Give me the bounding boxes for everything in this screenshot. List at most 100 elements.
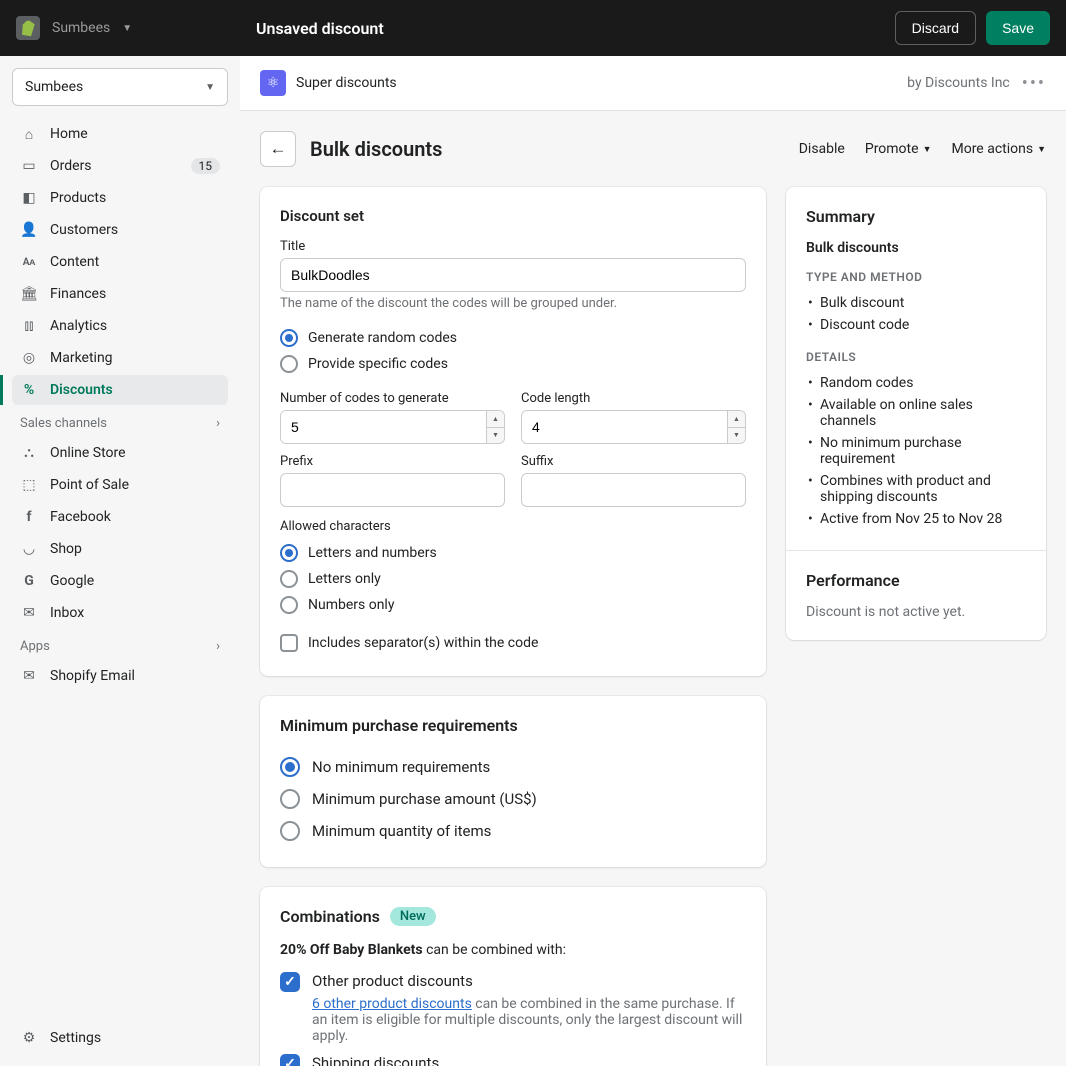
finances-icon: 🏛 [20, 285, 38, 303]
list-item: Combines with product and shipping disco… [820, 470, 1026, 508]
apps-section: Apps › [12, 629, 228, 660]
app-name: Super discounts [296, 75, 397, 91]
channel-google[interactable]: G Google [12, 566, 228, 596]
chevron-right-icon[interactable]: › [216, 639, 220, 654]
product-discounts-link[interactable]: 6 other product discounts [312, 996, 472, 1012]
nav-label: Orders [50, 158, 92, 174]
list-item: Active from Nov 25 to Nov 28 [820, 508, 1026, 530]
check-shipping-discounts[interactable]: ✓ Shipping discounts [280, 1054, 746, 1066]
radio-icon [280, 596, 298, 614]
orders-icon: ▭ [20, 157, 38, 175]
app-vendor: by Discounts Inc [907, 75, 1010, 91]
intro-text: can be combined with: [423, 942, 566, 958]
channel-pos[interactable]: ⬚Point of Sale [12, 470, 228, 500]
nav-label: Products [50, 190, 106, 206]
prefix-input[interactable] [280, 473, 505, 507]
radio-letters-only[interactable]: Letters only [280, 566, 746, 592]
radio-numbers-only[interactable]: Numbers only [280, 592, 746, 618]
channel-shop[interactable]: ◡Shop [12, 534, 228, 564]
nav-label: Home [50, 126, 88, 142]
nav-label: Shopify Email [50, 668, 135, 684]
product-discounts-desc: 6 other product discounts can be combine… [312, 996, 746, 1044]
save-button[interactable]: Save [986, 11, 1050, 45]
section-label: Apps [20, 639, 50, 654]
page-title: Bulk discounts [310, 137, 785, 161]
radio-generate-codes[interactable]: Generate random codes [280, 325, 746, 351]
channel-online-store[interactable]: ⛬Online Store [12, 438, 228, 468]
nav-customers[interactable]: 👤Customers [12, 215, 228, 245]
radio-label: Numbers only [308, 597, 394, 613]
spinner-down-icon[interactable]: ▼ [728, 428, 745, 444]
app-icon: ⚛ [260, 70, 286, 96]
content-icon: Aᴀ [20, 253, 38, 271]
nav-finances[interactable]: 🏛 Finances [12, 279, 228, 309]
radio-no-min[interactable]: No minimum requirements [280, 751, 746, 783]
nav-discounts[interactable]: %Discounts [12, 375, 228, 405]
nav-products[interactable]: ◧ Products [12, 183, 228, 213]
analytics-icon: ⫾⫾ [20, 317, 38, 335]
radio-min-amount[interactable]: Minimum purchase amount (US$) [280, 783, 746, 815]
check-separator[interactable]: Includes separator(s) within the code [280, 630, 746, 656]
radio-icon [280, 355, 298, 373]
nav-home[interactable]: ⌂Home [12, 119, 228, 149]
products-icon: ◧ [20, 189, 38, 207]
inbox-icon: ✉ [20, 604, 38, 622]
pos-icon: ⬚ [20, 476, 38, 494]
nav-label: Finances [50, 286, 106, 302]
store-selector[interactable]: Sumbees ▼ [12, 68, 228, 106]
nav-settings[interactable]: ⚙Settings [12, 1023, 228, 1053]
google-icon: G [20, 572, 38, 590]
spinner-up-icon[interactable]: ▲ [487, 411, 504, 428]
performance-text: Discount is not active yet. [806, 604, 1026, 620]
nav-label: Google [50, 573, 94, 589]
more-actions[interactable]: More actions ▼ [951, 141, 1046, 157]
radio-label: Provide specific codes [308, 356, 448, 372]
orders-badge: 15 [191, 158, 221, 174]
shop-name[interactable]: Sumbees [52, 20, 110, 36]
spinner-down-icon[interactable]: ▼ [487, 428, 504, 444]
radio-label: Generate random codes [308, 330, 457, 346]
facebook-icon: f [20, 508, 38, 526]
new-badge: New [390, 907, 436, 926]
spinner-up-icon[interactable]: ▲ [728, 411, 745, 428]
shopify-logo-icon [16, 16, 40, 40]
nav-label: Settings [50, 1030, 101, 1046]
nav-content[interactable]: AᴀContent [12, 247, 228, 277]
nav-analytics[interactable]: ⫾⫾Analytics [12, 311, 228, 341]
more-menu-icon[interactable]: ••• [1022, 73, 1046, 94]
checkbox-label: Includes separator(s) within the code [308, 635, 538, 651]
suffix-input[interactable] [521, 473, 746, 507]
title-input[interactable] [280, 258, 746, 292]
chevron-right-icon[interactable]: › [216, 416, 220, 431]
nav-orders[interactable]: ▭ Orders 15 [12, 151, 228, 181]
radio-specific-codes[interactable]: Provide specific codes [280, 351, 746, 377]
list-item: Available on online sales channels [820, 394, 1026, 432]
num-codes-input[interactable]: ▲▼ [280, 410, 505, 444]
radio-min-qty[interactable]: Minimum quantity of items [280, 815, 746, 847]
disable-action[interactable]: Disable [799, 141, 845, 157]
radio-letters-numbers[interactable]: Letters and numbers [280, 540, 746, 566]
list-item: Random codes [820, 372, 1026, 394]
discard-button[interactable]: Discard [895, 11, 976, 45]
chevron-down-icon[interactable]: ▼ [122, 23, 132, 34]
radio-icon [280, 821, 300, 841]
nav-marketing[interactable]: ◎Marketing [12, 343, 228, 373]
app-shopify-email[interactable]: ✉Shopify Email [12, 661, 228, 691]
channel-facebook[interactable]: fFacebook [12, 502, 228, 532]
nav-label: Inbox [50, 605, 84, 621]
radio-icon [280, 570, 298, 588]
radio-label: Letters only [308, 571, 381, 587]
back-button[interactable]: ← [260, 131, 296, 167]
check-product-discounts[interactable]: ✓ Other product discounts [280, 972, 746, 992]
combine-intro: 20% Off Baby Blankets can be combined wi… [280, 942, 746, 958]
code-length-field[interactable] [522, 411, 727, 443]
checkbox-checked-icon: ✓ [280, 1054, 300, 1066]
radio-icon [280, 544, 298, 562]
nav-label: Online Store [50, 445, 126, 461]
code-length-input[interactable]: ▲▼ [521, 410, 746, 444]
list-item: Discount code [820, 314, 1026, 336]
promote-action[interactable]: Promote ▼ [865, 141, 932, 157]
num-codes-field[interactable] [281, 411, 486, 443]
channel-inbox[interactable]: ✉ Inbox [12, 598, 228, 628]
nav-label: Shop [50, 541, 82, 557]
